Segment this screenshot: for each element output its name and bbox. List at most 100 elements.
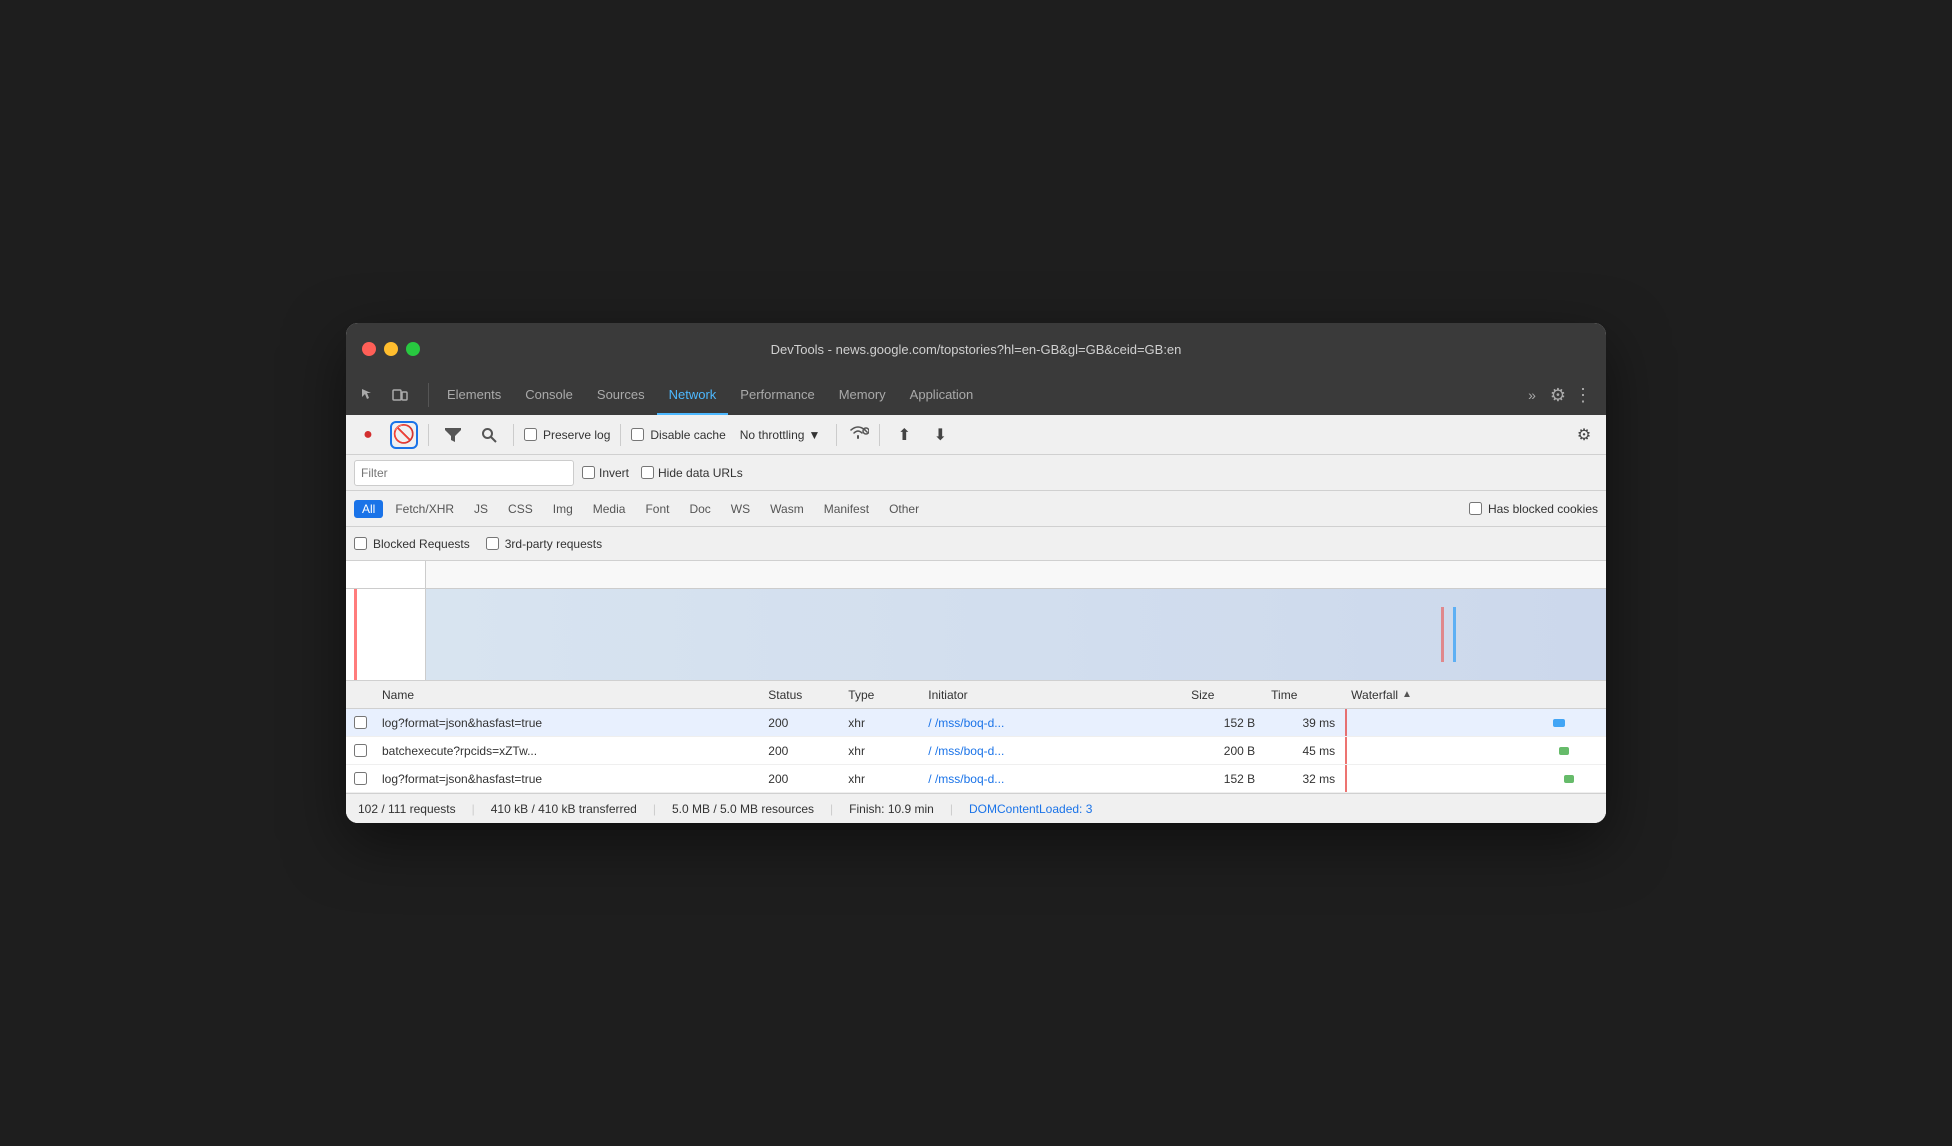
timeline-body [346, 589, 1606, 680]
type-filter-media[interactable]: Media [585, 500, 634, 518]
invert-checkbox[interactable] [582, 466, 595, 479]
th-type[interactable]: Type [840, 688, 920, 702]
third-party-label[interactable]: 3rd-party requests [505, 537, 602, 551]
tabs-bar: Elements Console Sources Network Perform… [346, 375, 1606, 415]
network-settings-icon[interactable]: ⚙ [1570, 421, 1598, 449]
td-status-2: 200 [760, 744, 840, 758]
hide-data-urls-checkbox[interactable] [641, 466, 654, 479]
th-name[interactable]: Name [374, 688, 760, 702]
status-requests: 102 / 111 requests [358, 802, 456, 816]
has-blocked-cookies-checkbox[interactable] [1469, 502, 1482, 515]
preserve-log-checkbox[interactable] [524, 428, 537, 441]
third-party-checkbox[interactable] [486, 537, 499, 550]
row-checkbox-3[interactable] [354, 772, 367, 785]
hide-data-urls-label[interactable]: Hide data URLs [658, 466, 743, 480]
tab-elements[interactable]: Elements [435, 375, 513, 415]
td-type-3: xhr [840, 772, 920, 786]
maximize-button[interactable] [406, 342, 420, 356]
row-checkbox-2[interactable] [354, 744, 367, 757]
tab-network[interactable]: Network [657, 375, 729, 415]
tab-memory[interactable]: Memory [827, 375, 898, 415]
th-initiator[interactable]: Initiator [920, 688, 1183, 702]
type-filter-other[interactable]: Other [881, 500, 927, 518]
filter-bar: Invert Hide data URLs [346, 455, 1606, 491]
close-button[interactable] [362, 342, 376, 356]
timeline-content[interactable] [426, 589, 1606, 680]
td-initiator-3: / /mss/boq-d... [920, 772, 1183, 786]
throttle-select[interactable]: No throttling ▼ [734, 426, 827, 444]
blocked-requests-label[interactable]: Blocked Requests [373, 537, 470, 551]
titlebar: DevTools - news.google.com/topstories?hl… [346, 323, 1606, 375]
type-filter-font[interactable]: Font [637, 500, 677, 518]
has-blocked-cookies-group: Has blocked cookies [1469, 502, 1598, 516]
more-tabs-button[interactable]: » [1520, 375, 1544, 415]
responsive-icon[interactable] [386, 381, 414, 409]
has-blocked-cookies-label[interactable]: Has blocked cookies [1488, 502, 1598, 516]
th-waterfall[interactable]: Waterfall ▲ [1343, 688, 1606, 702]
search-button[interactable] [475, 421, 503, 449]
tab-performance[interactable]: Performance [728, 375, 826, 415]
type-filter-doc[interactable]: Doc [681, 500, 718, 518]
status-finish: Finish: 10.9 min [849, 802, 934, 816]
type-filter-ws[interactable]: WS [723, 500, 758, 518]
td-type-2: xhr [840, 744, 920, 758]
type-filter-img[interactable]: Img [545, 500, 581, 518]
td-time-2: 45 ms [1263, 744, 1343, 758]
type-filter-fetchxhr[interactable]: Fetch/XHR [387, 500, 462, 518]
tab-icons [354, 381, 414, 409]
th-time[interactable]: Time [1263, 688, 1343, 702]
tab-application[interactable]: Application [898, 375, 986, 415]
disable-cache-label[interactable]: Disable cache [650, 428, 725, 442]
disable-cache-group: Disable cache [631, 428, 725, 442]
window-title: DevTools - news.google.com/topstories?hl… [771, 342, 1182, 357]
td-type-1: xhr [840, 716, 920, 730]
hide-data-urls-group: Hide data URLs [641, 466, 743, 480]
record-button[interactable]: ● [354, 421, 382, 449]
disable-cache-checkbox[interactable] [631, 428, 644, 441]
table-row[interactable]: batchexecute?rpcids=xZTw... 200 xhr / /m… [346, 737, 1606, 765]
td-waterfall-2 [1343, 737, 1606, 764]
more-dots-icon[interactable]: ⋮ [1574, 385, 1592, 406]
type-filter-css[interactable]: CSS [500, 500, 541, 518]
blocked-requests-checkbox[interactable] [354, 537, 367, 550]
download-icon[interactable]: ⬇ [926, 421, 954, 449]
status-domcontent: DOMContentLoaded: 3 [969, 802, 1092, 816]
td-waterfall-1 [1343, 709, 1606, 736]
upload-icon[interactable]: ⬆ [890, 421, 918, 449]
preserve-log-label[interactable]: Preserve log [543, 428, 610, 442]
filter-input[interactable] [361, 466, 567, 480]
td-size-2: 200 B [1183, 744, 1263, 758]
settings-icon[interactable]: ⚙ [1550, 385, 1566, 406]
type-filter-all[interactable]: All [354, 500, 383, 518]
minimize-button[interactable] [384, 342, 398, 356]
table-row[interactable]: log?format=json&hasfast=true 200 xhr / /… [346, 709, 1606, 737]
invert-label[interactable]: Invert [599, 466, 629, 480]
devtools-window: DevTools - news.google.com/topstories?hl… [346, 323, 1606, 823]
type-filter-js[interactable]: JS [466, 500, 496, 518]
invert-filter-group: Invert [582, 466, 629, 480]
row-checkbox-1[interactable] [354, 716, 367, 729]
tabs-settings: ⚙ ⋮ [1544, 385, 1598, 406]
status-bar: 102 / 111 requests | 410 kB / 410 kB tra… [346, 793, 1606, 823]
network-conditions-icon[interactable] [847, 424, 869, 445]
tab-sources[interactable]: Sources [585, 375, 657, 415]
type-filter-wasm[interactable]: Wasm [762, 500, 812, 518]
timeline-left-gutter [346, 561, 426, 588]
type-filter-manifest[interactable]: Manifest [816, 500, 877, 518]
timeline-header: 100000 ms 200000 ms 300000 ms 400000 ms … [346, 561, 1606, 589]
th-size[interactable]: Size [1183, 688, 1263, 702]
td-status-1: 200 [760, 716, 840, 730]
td-initiator-1: / /mss/boq-d... [920, 716, 1183, 730]
filter-input-wrapper [354, 460, 574, 486]
toolbar-divider-2 [513, 424, 514, 446]
th-status[interactable]: Status [760, 688, 840, 702]
status-transferred: 410 kB / 410 kB transferred [491, 802, 637, 816]
td-status-3: 200 [760, 772, 840, 786]
element-picker-icon[interactable] [354, 381, 382, 409]
third-party-group: 3rd-party requests [486, 537, 602, 551]
table-row[interactable]: log?format=json&hasfast=true 200 xhr / /… [346, 765, 1606, 793]
tab-console[interactable]: Console [513, 375, 585, 415]
clear-button[interactable]: 🚫 [390, 421, 418, 449]
traffic-lights [362, 342, 420, 356]
filter-button[interactable] [439, 421, 467, 449]
